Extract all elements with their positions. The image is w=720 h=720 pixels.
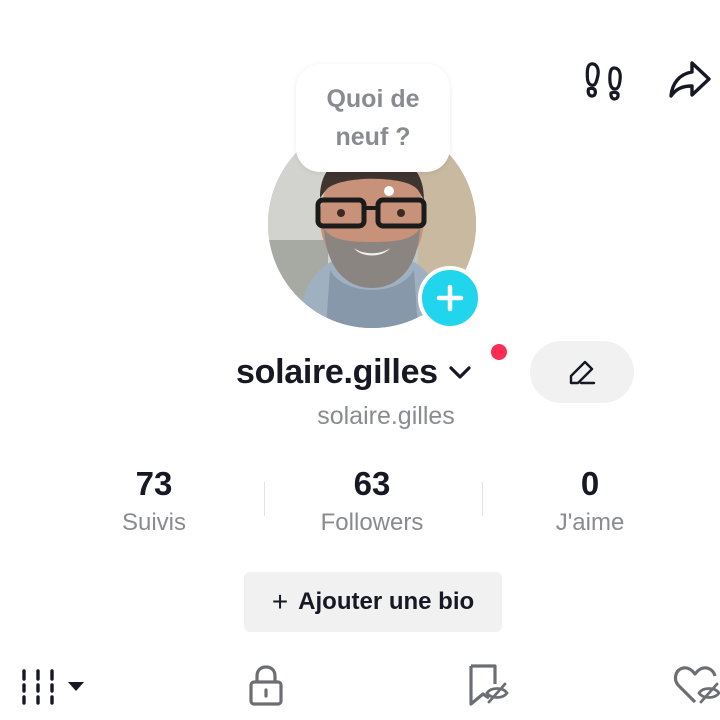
status-bubble[interactable]: Quoi de neuf ? [296, 64, 450, 172]
share-button[interactable] [662, 52, 718, 108]
chevron-down-icon [446, 358, 474, 386]
stat-divider [264, 482, 265, 516]
account-switcher[interactable]: solaire.gilles [236, 346, 474, 398]
stat-likes-label: J'aime [555, 509, 625, 536]
add-story-button[interactable] [418, 266, 482, 330]
bookmark-hidden-icon [469, 664, 509, 706]
stat-following[interactable]: 73 Suivis [54, 460, 254, 538]
footprints-icon [585, 62, 622, 101]
add-bio-label: Ajouter une bio [298, 588, 475, 615]
grid-columns-icon [22, 669, 84, 705]
tab-favorites[interactable] [456, 656, 516, 714]
stat-followers[interactable]: 63 Followers [272, 460, 472, 538]
tab-videos[interactable] [14, 656, 94, 714]
lock-icon [249, 665, 283, 706]
stat-following-count: 73 [135, 465, 173, 502]
stat-likes-count: 0 [580, 465, 600, 502]
tab-liked[interactable] [668, 656, 720, 714]
username: solaire.gilles [236, 352, 438, 391]
bubble-tail-dot [384, 186, 394, 196]
stat-likes[interactable]: 0 J'aime [490, 460, 690, 538]
notification-dot [491, 344, 507, 360]
footprints-button[interactable] [576, 52, 632, 108]
pencil-icon [569, 360, 596, 385]
stat-following-label: Suivis [121, 509, 187, 536]
plus-icon: + [271, 586, 289, 617]
stat-followers-count: 63 [353, 465, 391, 502]
add-bio-button[interactable]: + Ajouter une bio [244, 572, 502, 632]
stat-divider [482, 482, 483, 516]
plus-icon [436, 284, 464, 312]
profile-handle: solaire.gilles [317, 402, 455, 430]
share-arrow-icon [669, 61, 711, 98]
status-bubble-text: Quoi de neuf ? [326, 85, 420, 151]
tab-private[interactable] [236, 656, 296, 714]
edit-profile-button[interactable] [530, 341, 634, 403]
stat-followers-label: Followers [320, 509, 424, 536]
heart-hidden-icon [673, 666, 720, 704]
